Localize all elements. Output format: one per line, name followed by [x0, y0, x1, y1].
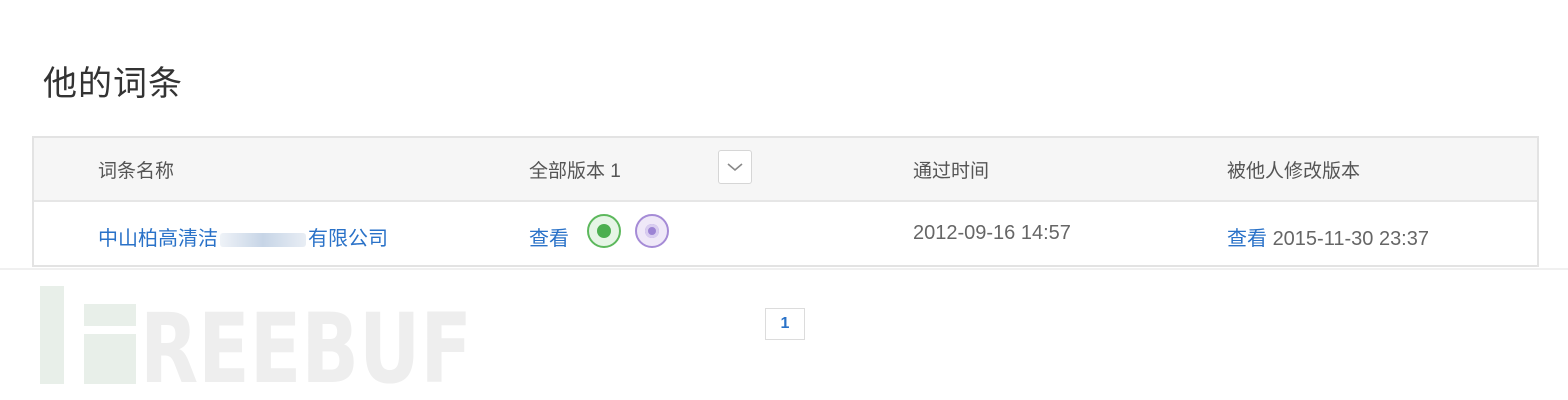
column-header-passed-time: 通过时间	[913, 161, 990, 182]
page-title: 他的词条	[43, 65, 183, 103]
version-dropdown-button[interactable]	[718, 150, 752, 184]
chevron-down-icon	[727, 163, 743, 172]
green-status-badge-icon	[587, 214, 621, 248]
svg-text:REEBUF: REEBUF	[140, 293, 472, 386]
column-header-name: 词条名称	[98, 161, 175, 182]
pagination-page-1[interactable]: 1	[765, 308, 805, 340]
divider	[0, 268, 1568, 270]
entries-table: 词条名称 全部版本 1 通过时间 被他人修改版本 中山柏高清洁 有限公司 查看 2…	[32, 136, 1539, 267]
column-header-versions: 全部版本 1	[529, 161, 621, 182]
view-others-link[interactable]: 查看	[1227, 228, 1267, 250]
watermark-logo: REEBUF	[40, 286, 472, 386]
entry-name-prefix: 中山柏高清洁	[98, 228, 218, 250]
redacted-text	[220, 232, 306, 247]
column-header-modified-by-others: 被他人修改版本	[1227, 161, 1361, 182]
table-row: 中山柏高清洁 有限公司 查看 2012-09-16 14:57 查看 2015-1…	[34, 202, 1537, 265]
entry-name-suffix: 有限公司	[308, 228, 388, 250]
view-versions-link[interactable]: 查看	[529, 222, 569, 251]
entry-name-link[interactable]: 中山柏高清洁 有限公司	[98, 222, 388, 251]
modified-time: 2015-11-30 23:37	[1272, 228, 1429, 250]
purple-status-badge-icon	[635, 214, 669, 248]
table-header: 词条名称 全部版本 1 通过时间 被他人修改版本	[34, 138, 1537, 202]
passed-time: 2012-09-16 14:57	[913, 222, 1071, 244]
modified-by-others-cell: 查看 2015-11-30 23:37	[1227, 222, 1429, 251]
